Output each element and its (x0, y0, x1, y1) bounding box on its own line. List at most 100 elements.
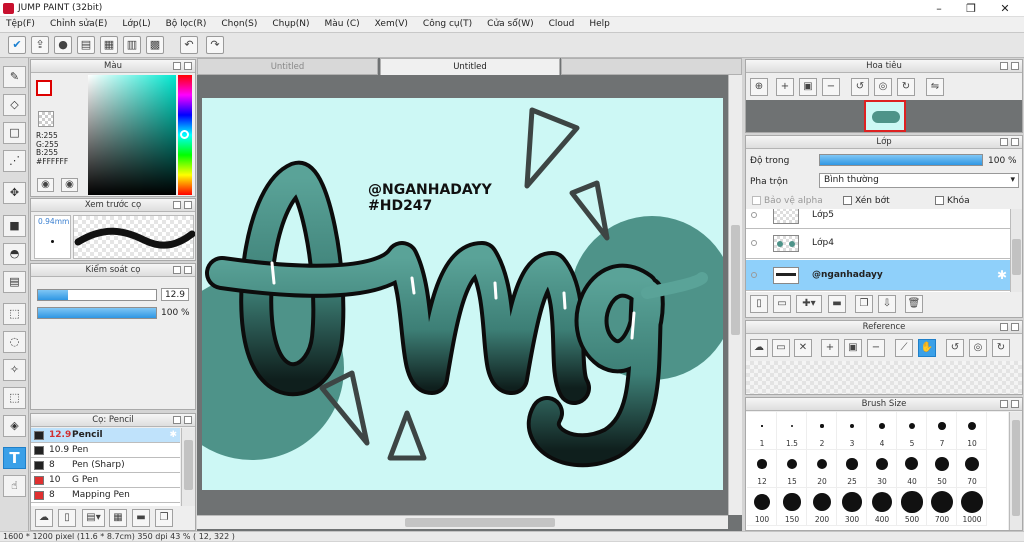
brush-size-cell[interactable]: 4 (867, 412, 897, 450)
reference-rotate-right-icon[interactable]: ↻ (992, 339, 1010, 357)
menu-color[interactable]: Màu (C) (325, 17, 360, 32)
float-panel-icon[interactable] (173, 266, 181, 274)
protect-alpha-checkbox[interactable]: Bảo vệ alpha (752, 196, 823, 206)
brush-item-g-pen[interactable]: 10 G Pen (31, 473, 180, 488)
new-layer-icon[interactable]: ▯ (750, 295, 768, 313)
comment-icon[interactable]: ● (54, 36, 72, 54)
brush-size-cell[interactable]: 10 (957, 412, 987, 450)
brush-copy-icon[interactable]: ❐ (155, 509, 173, 527)
gear-icon[interactable]: ✱ (169, 428, 177, 442)
artboard[interactable]: @NGANHADAYY #HD247 (202, 98, 723, 490)
float-panel-icon[interactable] (1000, 62, 1008, 70)
check-icon[interactable]: ✔ (8, 36, 26, 54)
brush-list-scrollbar[interactable] (181, 428, 195, 506)
brush-size-cell[interactable]: 30 (867, 450, 897, 488)
float-panel-icon[interactable] (1000, 138, 1008, 146)
export-icon[interactable]: ⇪ (31, 36, 49, 54)
close-icon[interactable]: ✕ (990, 0, 1020, 17)
gear-icon[interactable]: ✱ (997, 268, 1007, 282)
flip-horizontal-icon[interactable]: ⇋ (926, 78, 944, 96)
float-panel-icon[interactable] (1000, 400, 1008, 408)
close-panel-icon[interactable] (1011, 400, 1019, 408)
float-panel-icon[interactable] (173, 416, 181, 424)
reference-preview-area[interactable] (746, 361, 1022, 394)
magic-wand-tool-icon[interactable]: ✧ (3, 359, 26, 381)
brush-size-cell[interactable]: 15 (777, 450, 807, 488)
canvas-vertical-scroll-thumb[interactable] (731, 225, 740, 335)
layer-visibility-icon[interactable] (751, 272, 757, 278)
brush-size-scrollbar[interactable] (1009, 412, 1022, 530)
brush-size-cell[interactable]: 150 (777, 488, 807, 526)
float-panel-icon[interactable] (1000, 323, 1008, 331)
close-panel-icon[interactable] (184, 201, 192, 209)
menu-cloud[interactable]: Cloud (549, 17, 575, 32)
brush-size-scroll-thumb[interactable] (1012, 420, 1020, 516)
reference-reset-icon[interactable]: ◎ (969, 339, 987, 357)
close-panel-icon[interactable] (1011, 323, 1019, 331)
reference-zoom-in-icon[interactable]: + (821, 339, 839, 357)
close-panel-icon[interactable] (184, 266, 192, 274)
navigator-thumbnail[interactable] (864, 100, 906, 132)
gradient-tool-icon[interactable]: ▤ (3, 271, 26, 293)
brush-item-pencil[interactable]: 12.9 Pencil ✱ (31, 428, 180, 443)
eraser-tool-icon[interactable]: ◇ (3, 94, 26, 116)
rect-select-tool-icon[interactable]: ⬚ (3, 303, 26, 325)
menu-file[interactable]: Tệp(F) (6, 17, 35, 32)
brush-size-cell[interactable]: 7 (927, 412, 957, 450)
blend-mode-select[interactable]: Bình thường ▾ (819, 173, 1019, 188)
new-vector-layer-icon[interactable]: ▭ (773, 295, 791, 313)
brush-size-cell[interactable]: 700 (927, 488, 957, 526)
brush-size-cell[interactable]: 70 (957, 450, 987, 488)
hue-slider[interactable] (178, 75, 192, 195)
close-panel-icon[interactable] (184, 416, 192, 424)
saturation-value-picker[interactable] (88, 75, 176, 195)
reset-rotation-icon[interactable]: ◎ (874, 78, 892, 96)
reference-cloud-icon[interactable]: ☁ (750, 339, 768, 357)
brush-size-cell[interactable]: 5 (897, 412, 927, 450)
eyedropper-palette-icon[interactable]: ◉ (61, 178, 78, 192)
layer-row-lop4[interactable]: Lớp4 (746, 229, 1010, 259)
duplicate-layer-icon[interactable]: ❐ (855, 295, 873, 313)
brush-size-cell[interactable]: 3 (837, 412, 867, 450)
layer-visibility-icon[interactable] (751, 240, 757, 246)
brush-size-cell[interactable]: 25 (837, 450, 867, 488)
minimize-icon[interactable]: – (924, 0, 954, 17)
rotate-right-icon[interactable]: ↻ (897, 78, 915, 96)
lock-checkbox[interactable]: Khóa (935, 196, 970, 206)
brush-item-pen[interactable]: 10.9 Pen (31, 443, 180, 458)
layer-opacity-slider[interactable] (819, 154, 983, 166)
brush-size-cell[interactable]: 40 (897, 450, 927, 488)
menu-window[interactable]: Cửa sổ(W) (487, 17, 533, 32)
zoom-out-icon[interactable]: − (822, 78, 840, 96)
operation-tool-icon[interactable]: ☝ (3, 475, 26, 497)
undo-icon[interactable]: ↶ (180, 36, 198, 54)
layer-row-lop5[interactable]: Lớp5 (746, 209, 1010, 229)
brush-size-cell[interactable]: 300 (837, 488, 867, 526)
fill-rect-tool-icon[interactable]: ■ (3, 215, 26, 237)
brush-size-slider[interactable] (37, 289, 157, 301)
brush-cloud-icon[interactable]: ☁ (35, 509, 53, 527)
shape-tool-icon[interactable]: □ (3, 122, 26, 144)
brush-menu-icon[interactable]: ▤▾ (82, 509, 105, 527)
maximize-icon[interactable]: ❐ (956, 0, 986, 17)
delete-layer-icon[interactable]: 🗑 (905, 295, 923, 313)
brush-size-cell[interactable]: 2 (807, 412, 837, 450)
brush-settings-icon[interactable]: ▦ (109, 509, 127, 527)
brush-size-value[interactable]: 12.9 (161, 288, 189, 301)
brush-size-cell[interactable]: 1000 (957, 488, 987, 526)
fit-window-icon[interactable]: ▣ (799, 78, 817, 96)
brush-tool-icon[interactable]: ✎ (3, 66, 26, 88)
brush-list-scroll-thumb[interactable] (184, 440, 193, 490)
brush-size-cell[interactable]: 50 (927, 450, 957, 488)
select-pen-tool-icon[interactable]: ⬚ (3, 387, 26, 409)
close-panel-icon[interactable] (1011, 138, 1019, 146)
transparent-color-swatch[interactable] (38, 111, 54, 127)
clip-checkbox[interactable]: Xén bớt (843, 196, 890, 206)
float-panel-icon[interactable] (173, 62, 181, 70)
menu-tools[interactable]: Công cụ(T) (423, 17, 472, 32)
navigator-preview-area[interactable] (746, 100, 1022, 132)
rotate-left-icon[interactable]: ↺ (851, 78, 869, 96)
bucket-tool-icon[interactable]: ◓ (3, 243, 26, 265)
lasso-tool-icon[interactable]: ◌ (3, 331, 26, 353)
layer-list-scroll-thumb[interactable] (1012, 239, 1021, 275)
